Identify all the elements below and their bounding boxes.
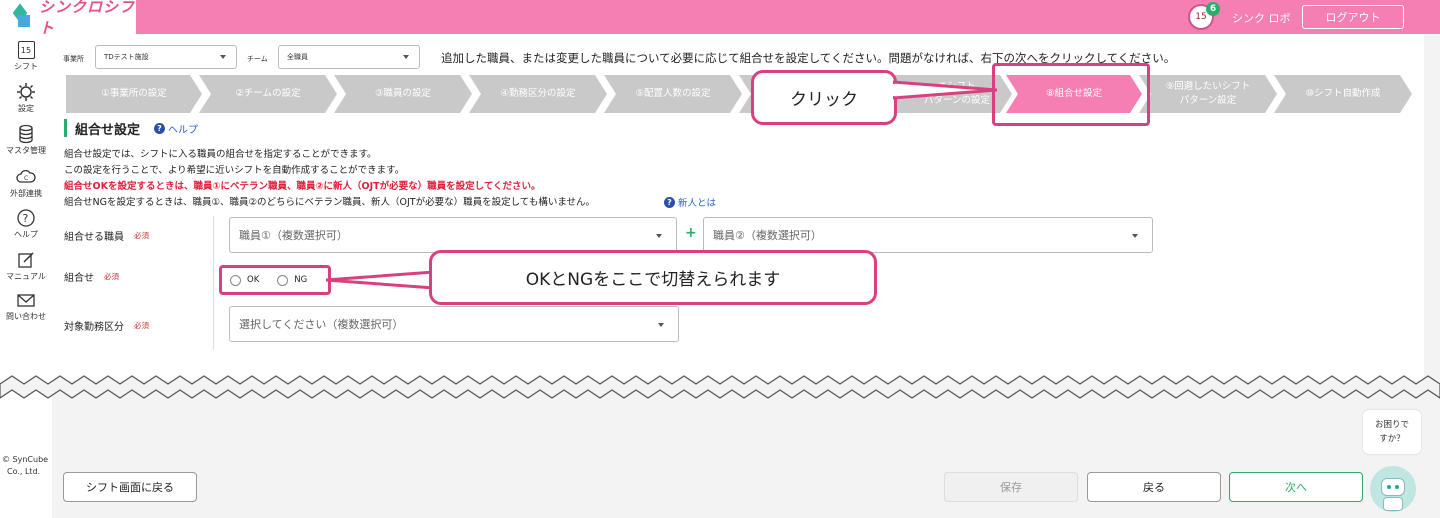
next-button[interactable]: 次へ [1229,472,1363,502]
chevron-down-icon [1132,234,1138,238]
step-5[interactable]: ⑤配置人数の設定 [604,75,742,113]
active-step-highlight [992,63,1150,126]
combo-field-label: 組合せ 必須 [64,269,119,284]
sidebar-item-label: 問い合わせ [6,312,46,321]
sidebar-item-contact[interactable]: 問い合わせ [0,290,52,322]
staff-label-text: 組合せる職員 [64,232,124,243]
description-line-2: この設定を行うことで、より希望に近いシフトを自動作成することができます。 [64,165,405,176]
required-badge: 必須 [134,231,149,240]
back-to-shift-button[interactable]: シフト画面に戻る [63,472,197,502]
team-select[interactable]: 全職員 [278,45,420,69]
ng-radio[interactable] [277,274,289,286]
sidebar: 15 シフト 設定 マスタ管理 C 外部連携 ? ヘルプ マニュアル 問い合わせ [0,34,52,518]
calendar-icon: 15 [16,40,36,60]
svg-text:?: ? [23,212,29,225]
toggle-callout: OKとNGをここで切替えられます [429,250,877,305]
step-4[interactable]: ④勤務区分の設定 [469,75,607,113]
svg-text:C: C [24,175,28,182]
question-icon: ? [154,123,165,134]
sidebar-item-label: 設定 [18,104,34,113]
step-1[interactable]: ①事業所の設定 [66,75,202,113]
shift-type-placeholder: 選択してください（複数選択可） [239,318,404,331]
cloud-icon: C [16,167,36,187]
callout-pointer [326,270,434,290]
ok-radio-label[interactable]: OK [247,275,259,285]
step-2[interactable]: ②チームの設定 [199,75,337,113]
help-bubble[interactable]: お困りで すか？ [1363,410,1421,454]
sidebar-item-settings[interactable]: 設定 [0,82,52,114]
newbie-link-label: 新人とは [678,198,717,209]
staff-field-label: 組合せる職員 必須 [64,228,149,243]
step-10[interactable]: ⑩シフト自動作成 [1274,75,1412,113]
sidebar-item-help[interactable]: ? ヘルプ [0,208,52,240]
question-icon: ? [16,208,36,228]
save-button[interactable]: 保存 [944,472,1078,502]
sidebar-item-label: ヘルプ [14,230,38,239]
description-line-1: 組合せ設定では、シフトに入る職員の組合せを指定することができます。 [64,149,377,160]
newbie-help-link[interactable]: ? 新人とは [664,195,716,209]
office-select-value: TDテスト施設 [104,53,149,61]
chevron-down-icon [220,55,226,59]
office-select[interactable]: TDテスト施設 [95,45,237,69]
shift-field-label: 対象勤務区分 必須 [64,318,149,333]
section-title: 組合せ設定 [64,119,140,138]
sidebar-item-master[interactable]: マスタ管理 [0,124,52,156]
help-link-label: ヘルプ [168,125,198,136]
chevron-down-icon [403,55,409,59]
robot-assistant-icon[interactable] [1370,466,1416,512]
question-icon: ? [664,196,675,208]
staff2-placeholder: 職員②（複数選択可） [713,229,822,242]
required-badge: 必須 [104,272,119,281]
click-callout: クリック [751,70,897,125]
description-line-3: 組合せOKを設定するときは、職員①にベテラン職員、職員②に新人（OJTが必要な）… [64,181,541,192]
shift-type-select[interactable]: 選択してください（複数選択可） [229,306,679,342]
step-progress: ①事業所の設定 ②チームの設定 ③職員の設定 ④勤務区分の設定 ⑤配置人数の設定… [66,75,1421,113]
chevron-down-icon [658,323,664,327]
sidebar-item-label: 外部連携 [10,189,42,198]
description-line-4: 組合せNGを設定するときは、職員①、職員②のどちらにベテラン職員、新人（OJTが… [64,197,596,208]
chevron-down-icon [656,234,662,238]
staff1-select[interactable]: 職員①（複数選択可） [229,217,677,253]
manual-icon [16,250,36,270]
sidebar-item-manual[interactable]: マニュアル [0,250,52,282]
required-badge: 必須 [134,321,149,330]
callout-pointer [893,80,997,100]
combo-label-text: 組合せ [64,273,94,284]
top-header: シンクロシフト 15 6 シンク ロボ ログアウト [0,0,1440,37]
sidebar-item-external[interactable]: C 外部連携 [0,167,52,199]
back-button[interactable]: 戻る [1087,472,1221,502]
ng-radio-label[interactable]: NG [294,275,307,285]
copyright: © SynCube Co., Ltd. [2,455,49,476]
plus-icon: + [685,225,697,241]
mail-icon [16,290,36,310]
staff1-placeholder: 職員①（複数選択可） [239,229,348,242]
logo-text: シンクロシフト [39,0,136,37]
sidebar-item-label: マニュアル [6,272,46,281]
sidebar-item-shift[interactable]: 15 シフト [0,40,52,72]
gear-icon [16,82,36,102]
notification-count-badge: 6 [1206,2,1220,16]
combo-radio-group: OK NG [219,265,331,295]
sidebar-item-label: マスタ管理 [6,146,46,155]
team-label: チーム [247,55,268,63]
shift-label-text: 対象勤務区分 [64,322,124,333]
step-9[interactable]: ⑨回避したいシフト パターン設定 [1139,75,1277,113]
database-icon [16,124,36,144]
team-select-value: 全職員 [287,53,308,61]
office-label: 事業所 [63,55,84,63]
app-logo[interactable]: シンクロシフト [0,0,136,37]
form-divider [213,216,214,350]
sidebar-item-label: シフト [14,62,38,71]
logout-button[interactable]: ログアウト [1302,5,1404,29]
step-3[interactable]: ③職員の設定 [334,75,472,113]
scrollbar[interactable] [1424,34,1440,380]
help-link[interactable]: ? ヘルプ [154,121,198,136]
logo-cube-icon [12,3,31,29]
torn-edge-divider [0,375,1440,399]
staff2-select[interactable]: 職員②（複数選択可） [703,217,1153,253]
ok-radio[interactable] [230,274,241,286]
user-name: シンク ロボ [1232,12,1291,25]
